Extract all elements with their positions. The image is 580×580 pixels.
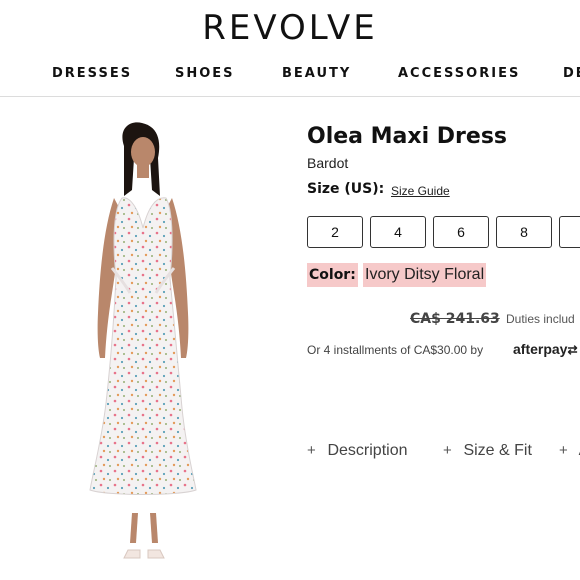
duties-note: Duties includ [506,312,575,326]
product-title: Olea Maxi Dress [307,124,508,149]
nav-item-designers[interactable]: DE [563,66,580,81]
product-image[interactable] [70,118,220,568]
tab-more[interactable]: + A [559,442,580,460]
tab-size-fit-label: Size & Fit [463,442,532,459]
color-label: Color: [307,263,358,287]
brand-link[interactable]: Bardot [307,155,348,171]
main-nav: DRESSES SHOES BEAUTY ACCESSORIES DE [0,66,580,84]
plus-icon: + [307,442,316,459]
nav-item-beauty[interactable]: BEAUTY [282,66,351,81]
tab-description-label: Description [327,442,408,459]
size-label: Size (US): [307,181,385,197]
size-guide-link[interactable]: Size Guide [391,184,450,198]
afterpay-arrows-icon: ⇄ [567,343,578,357]
nav-divider [0,96,580,97]
size-option-more[interactable] [559,216,580,248]
afterpay-label: afterpay [513,341,568,357]
nav-item-shoes[interactable]: SHOES [175,66,235,81]
afterpay-logo[interactable]: afterpay⇄ [513,341,578,357]
revolve-logo[interactable]: REVOLVE [0,8,580,48]
color-value: Ivory Ditsy Floral [363,263,487,287]
nav-item-accessories[interactable]: ACCESSORIES [398,66,520,81]
nav-item-dresses[interactable]: DRESSES [52,66,132,81]
tab-size-fit[interactable]: + Size & Fit [443,442,532,460]
size-option-8[interactable]: 8 [496,216,552,248]
size-option-6[interactable]: 6 [433,216,489,248]
price: CA$ 241.63 [410,311,500,327]
tab-description[interactable]: + Description [307,442,407,460]
installments-text: Or 4 installments of CA$30.00 by [307,343,484,357]
plus-icon: + [443,442,452,459]
size-option-4[interactable]: 4 [370,216,426,248]
plus-icon: + [559,442,568,459]
size-option-2[interactable]: 2 [307,216,363,248]
